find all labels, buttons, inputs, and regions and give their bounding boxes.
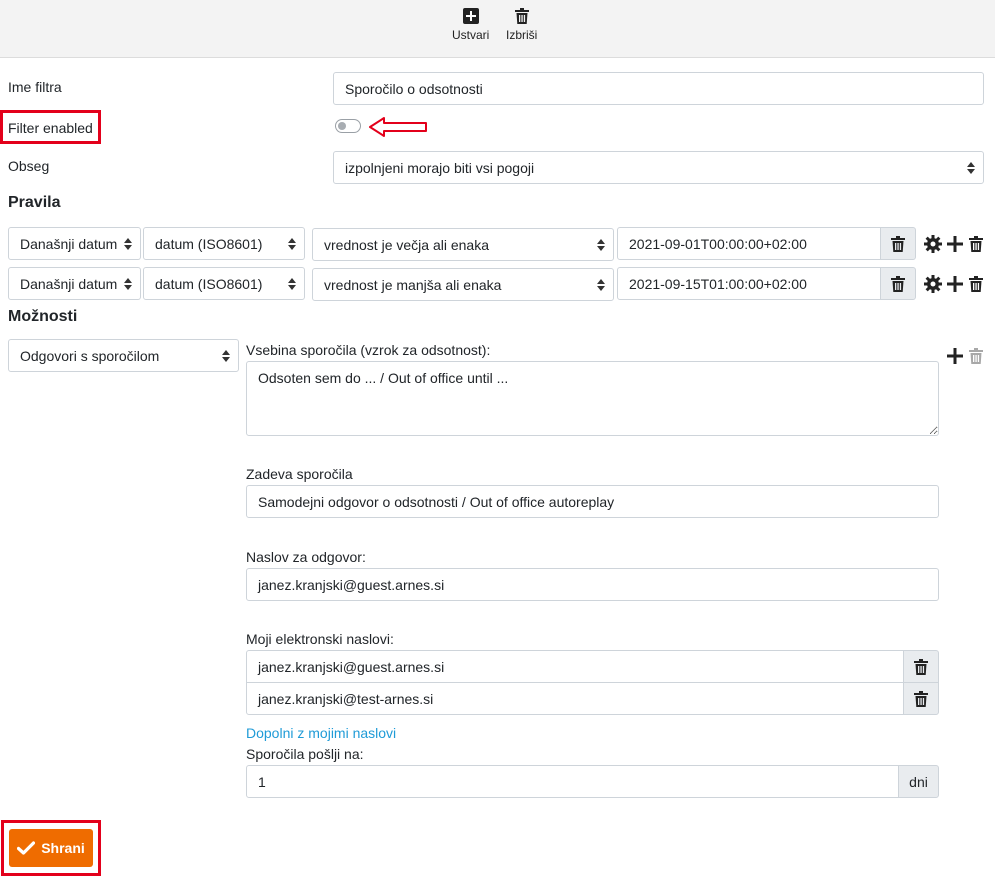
- send-every-label: Sporočila pošlji na:: [246, 746, 364, 762]
- create-button[interactable]: Ustvari: [452, 8, 489, 42]
- rule-1-settings-button[interactable]: [923, 234, 943, 254]
- subject-input[interactable]: Samodejni odgovor o odsotnosti / Out of …: [246, 485, 939, 518]
- rule-2-clear-button[interactable]: [880, 267, 916, 300]
- rule-2-value-input[interactable]: 2021-09-15T01:00:00+02:00: [617, 267, 881, 300]
- select-caret-icon: [124, 277, 132, 290]
- trash-icon: [514, 8, 529, 24]
- select-caret-icon: [222, 349, 230, 362]
- trash-icon: [891, 275, 905, 292]
- gear-icon: [924, 275, 942, 293]
- plus-square-icon: [462, 8, 479, 24]
- delete-button[interactable]: Izbriši: [506, 8, 537, 42]
- filter-name-input[interactable]: Sporočilo o odsotnosti: [333, 72, 984, 105]
- save-button[interactable]: Shrani: [9, 829, 93, 867]
- trash-icon: [969, 276, 983, 292]
- rule-2-type-value: datum (ISO8601): [155, 275, 263, 292]
- check-icon: [17, 841, 36, 855]
- select-caret-icon: [288, 237, 296, 250]
- toolbar: Ustvari Izbriši: [0, 0, 995, 58]
- subject-value: Samodejni odgovor o odsotnosti / Out of …: [258, 493, 615, 510]
- filter-enabled-toggle[interactable]: [335, 119, 361, 133]
- filter-name-value: Sporočilo o odsotnosti: [345, 80, 483, 97]
- rule-2-type-select[interactable]: datum (ISO8601): [143, 267, 305, 300]
- plus-icon: [947, 236, 963, 252]
- my-address-input-2[interactable]: janez.kranjski@test-arnes.si: [246, 682, 904, 715]
- my-address-value-2: janez.kranjski@test-arnes.si: [258, 690, 434, 707]
- rule-1-type-select[interactable]: datum (ISO8601): [143, 227, 305, 260]
- my-address-2-delete-button[interactable]: [903, 682, 939, 715]
- select-caret-icon: [597, 278, 605, 291]
- rule-2-operator-select[interactable]: vrednost je manjša ali enaka: [312, 268, 614, 301]
- plus-icon: [947, 348, 963, 364]
- my-address-1-delete-button[interactable]: [903, 650, 939, 683]
- rule-2-settings-button[interactable]: [923, 274, 943, 294]
- body-textarea[interactable]: Odsoten sem do ... / Out of office until…: [246, 361, 939, 436]
- red-arrow-icon: [369, 117, 427, 137]
- rule-1-add-button[interactable]: [945, 234, 965, 254]
- rule-2-operator-value: vrednost je manjša ali enaka: [324, 276, 502, 293]
- rule-2-delete-button[interactable]: [966, 274, 986, 294]
- reply-to-input[interactable]: janez.kranjski@guest.arnes.si: [246, 568, 939, 601]
- delete-label: Izbriši: [506, 28, 538, 42]
- action-value: Odgovori s sporočilom: [20, 347, 160, 364]
- rule-1-value: 2021-09-01T00:00:00+02:00: [629, 235, 807, 252]
- reply-to-label: Naslov za odgovor:: [246, 549, 366, 565]
- my-addresses-label: Moji elektronski naslovi:: [246, 631, 394, 647]
- rule-1-value-input[interactable]: 2021-09-01T00:00:00+02:00: [617, 227, 881, 260]
- my-address-value-1: janez.kranjski@guest.arnes.si: [258, 658, 445, 675]
- save-label: Shrani: [41, 840, 85, 856]
- rule-1-field-select[interactable]: Današnji datum: [8, 227, 141, 260]
- send-every-unit: dni: [898, 765, 939, 798]
- options-heading: Možnosti: [8, 308, 78, 325]
- rule-1-field-value: Današnji datum: [20, 235, 118, 252]
- filter-name-label: Ime filtra: [8, 79, 62, 95]
- rule-1-type-value: datum (ISO8601): [155, 235, 263, 252]
- subject-label: Zadeva sporočila: [246, 466, 353, 482]
- trash-icon: [891, 235, 905, 252]
- rule-2-value: 2021-09-15T01:00:00+02:00: [629, 275, 807, 292]
- trash-icon: [969, 236, 983, 252]
- rules-heading: Pravila: [8, 194, 61, 211]
- select-caret-icon: [124, 237, 132, 250]
- trash-icon: [969, 348, 983, 364]
- rule-1-operator-value: vrednost je večja ali enaka: [324, 236, 489, 253]
- send-every-input[interactable]: 1: [246, 765, 899, 798]
- trash-icon: [914, 690, 928, 707]
- action-select[interactable]: Odgovori s sporočilom: [8, 339, 239, 372]
- trash-icon: [914, 658, 928, 675]
- rule-1-operator-select[interactable]: vrednost je večja ali enaka: [312, 228, 614, 261]
- select-caret-icon: [967, 161, 975, 174]
- toggle-knob: [338, 122, 346, 130]
- scope-select[interactable]: izpolnjeni morajo biti vsi pogoji: [333, 151, 984, 184]
- create-label: Ustvari: [452, 28, 490, 42]
- rule-2-field-value: Današnji datum: [20, 275, 118, 292]
- reply-to-value: janez.kranjski@guest.arnes.si: [258, 576, 445, 593]
- scope-label: Obseg: [8, 158, 50, 174]
- my-address-input-1[interactable]: janez.kranjski@guest.arnes.si: [246, 650, 904, 683]
- gear-icon: [924, 235, 942, 253]
- rule-1-clear-button[interactable]: [880, 227, 916, 260]
- rule-2-add-button[interactable]: [945, 274, 965, 294]
- send-every-value: 1: [258, 773, 266, 790]
- rule-2-field-select[interactable]: Današnji datum: [8, 267, 141, 300]
- rule-1-delete-button[interactable]: [966, 234, 986, 254]
- action-add-button[interactable]: [945, 346, 965, 366]
- select-caret-icon: [597, 238, 605, 251]
- select-caret-icon: [288, 277, 296, 290]
- plus-icon: [947, 276, 963, 292]
- action-delete-button: [966, 346, 986, 366]
- fill-my-addresses-link[interactable]: Dopolni z mojimi naslovi: [246, 725, 396, 741]
- scope-value: izpolnjeni morajo biti vsi pogoji: [345, 159, 535, 176]
- filter-enabled-label: Filter enabled: [8, 120, 93, 136]
- body-label: Vsebina sporočila (vzrok za odsotnost):: [246, 342, 491, 358]
